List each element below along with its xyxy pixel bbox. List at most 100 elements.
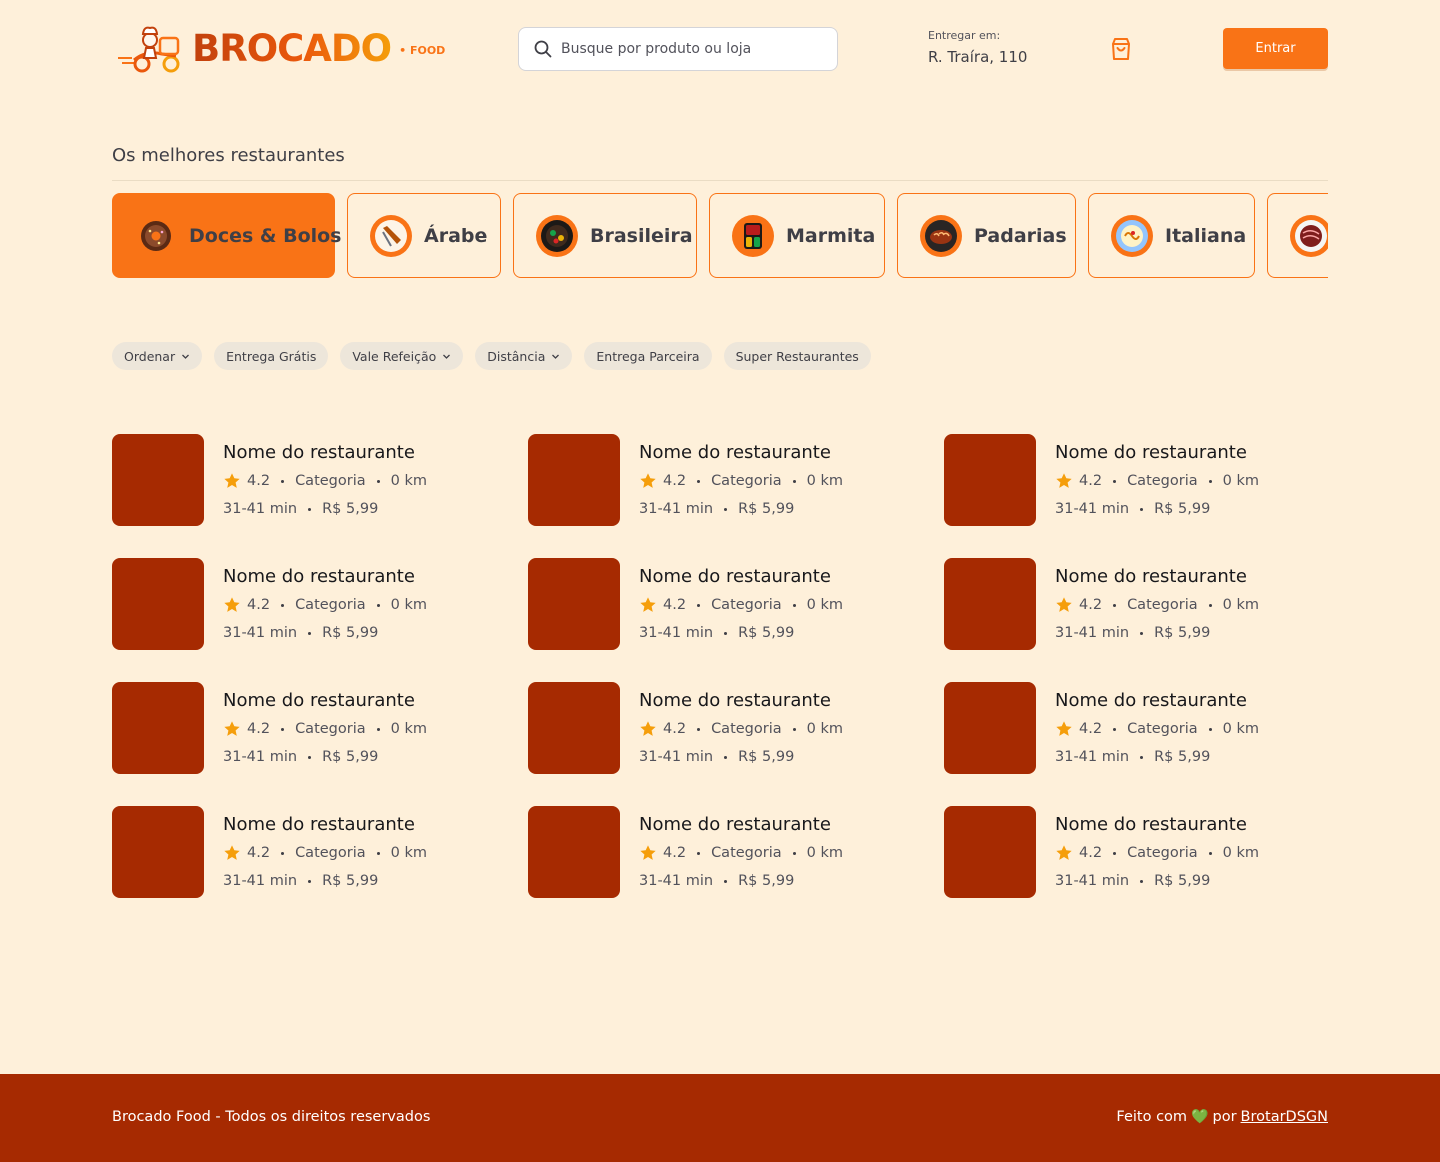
delivery-fee: R$ 5,99 [322, 501, 379, 517]
delivery-fee: R$ 5,99 [322, 873, 379, 889]
category-italiana[interactable]: Italiana [1088, 193, 1255, 278]
restaurant-card[interactable]: Nome do restaurante 4.2 Categoria 0 km 3… [528, 682, 944, 774]
restaurant-name: Nome do restaurante [639, 442, 831, 463]
restaurant-category: Categoria [295, 845, 366, 861]
delivery-fee: R$ 5,99 [1154, 501, 1211, 517]
filter-vale-refeicao[interactable]: Vale Refeição [340, 342, 464, 370]
restaurant-meta: 4.2 Categoria 0 km [639, 470, 843, 492]
search-input[interactable] [561, 41, 821, 57]
star-icon [640, 721, 656, 736]
category-marmita[interactable]: Marmita [709, 193, 885, 278]
restaurant-thumbnail [528, 806, 620, 898]
category-doces-bolos[interactable]: Doces & Bolos [112, 193, 342, 278]
restaurant-card[interactable]: Nome do restaurante 4.2 Categoria 0 km 3… [944, 558, 1328, 650]
restaurant-category: Categoria [711, 597, 782, 613]
restaurant-rating: 4.2 [663, 845, 687, 861]
restaurant-distance: 0 km [806, 721, 843, 737]
delivery-time: 31-41 min [223, 501, 298, 517]
restaurant-rating: 4.2 [247, 721, 271, 737]
restaurant-card[interactable]: Nome do restaurante 4.2 Categoria 0 km 3… [112, 682, 528, 774]
restaurant-rating: 4.2 [663, 721, 687, 737]
restaurant-rating: 4.2 [1079, 473, 1103, 489]
restaurant-delivery: 31-41 min R$ 5,99 [223, 746, 427, 768]
restaurant-card[interactable]: Nome do restaurante 4.2 Categoria 0 km 3… [528, 558, 944, 650]
restaurant-thumbnail [528, 434, 620, 526]
restaurant-card[interactable]: Nome do restaurante 4.2 Categoria 0 km 3… [112, 806, 528, 898]
restaurant-info: Nome do restaurante 4.2 Categoria 0 km 3… [1055, 434, 1259, 526]
delivery-fee: R$ 5,99 [738, 749, 795, 765]
section-title: Os melhores restaurantes [112, 145, 345, 166]
restaurant-card[interactable]: Nome do restaurante 4.2 Categoria 0 km 3… [944, 806, 1328, 898]
separator-dot [1113, 479, 1117, 483]
restaurant-card[interactable]: Nome do restaurante 4.2 Categoria 0 km 3… [944, 434, 1328, 526]
delivery-fee: R$ 5,99 [738, 625, 795, 641]
shopping-bag-icon[interactable] [1108, 36, 1134, 62]
donut-icon [135, 215, 177, 257]
restaurant-info: Nome do restaurante 4.2 Categoria 0 km 3… [1055, 806, 1259, 898]
search-box[interactable] [518, 27, 838, 71]
restaurant-rating: 4.2 [247, 845, 271, 861]
delivery-time: 31-41 min [639, 625, 714, 641]
delivery-fee: R$ 5,99 [322, 749, 379, 765]
restaurant-distance: 0 km [1222, 721, 1259, 737]
delivery-label: Entregar em: [928, 29, 1001, 42]
category-label: Marmita [786, 224, 876, 247]
separator-dot [724, 631, 728, 635]
restaurant-name: Nome do restaurante [1055, 442, 1247, 463]
separator-dot [376, 603, 380, 607]
category-carousel[interactable]: Doces & Bolos Árabe Brasileira Marmita P… [112, 193, 1328, 279]
restaurant-distance: 0 km [806, 473, 843, 489]
restaurant-delivery: 31-41 min R$ 5,99 [639, 870, 843, 892]
filter-super-restaurantes[interactable]: Super Restaurantes [723, 342, 871, 370]
brand-logo[interactable]: BROCADO • FOOD [116, 24, 445, 74]
footer-made-with: Feito com [1116, 1109, 1188, 1125]
login-button[interactable]: Entrar [1223, 28, 1328, 69]
restaurant-thumbnail [528, 682, 620, 774]
separator-dot [1208, 851, 1212, 855]
restaurant-card[interactable]: Nome do restaurante 4.2 Categoria 0 km 3… [112, 434, 528, 526]
filter-distancia[interactable]: Distância [475, 342, 573, 370]
separator-dot [281, 603, 285, 607]
restaurant-card[interactable]: Nome do restaurante 4.2 Categoria 0 km 3… [112, 558, 528, 650]
restaurant-name: Nome do restaurante [1055, 814, 1247, 835]
delivery-fee: R$ 5,99 [738, 873, 795, 889]
restaurant-category: Categoria [1127, 597, 1198, 613]
delivery-fee: R$ 5,99 [1154, 625, 1211, 641]
restaurant-distance: 0 km [390, 721, 427, 737]
star-icon [224, 473, 240, 488]
restaurant-card[interactable]: Nome do restaurante 4.2 Categoria 0 km 3… [944, 682, 1328, 774]
restaurant-rating: 4.2 [247, 473, 271, 489]
filter-label: Entrega Grátis [226, 348, 317, 364]
category-churrasco[interactable] [1267, 193, 1328, 278]
filter-label: Entrega Parceira [596, 348, 700, 364]
author-link[interactable]: BrotarDSGN [1241, 1109, 1328, 1125]
restaurant-category: Categoria [295, 473, 366, 489]
chevron-down-icon [182, 354, 190, 359]
delivery-time: 31-41 min [223, 625, 298, 641]
restaurant-card[interactable]: Nome do restaurante 4.2 Categoria 0 km 3… [528, 806, 944, 898]
restaurant-meta: 4.2 Categoria 0 km [223, 594, 427, 616]
restaurant-category: Categoria [711, 845, 782, 861]
delivery-address-value[interactable]: R. Traíra, 110 [928, 48, 1027, 66]
filter-entrega-parceira[interactable]: Entrega Parceira [584, 342, 712, 370]
category-brasileira[interactable]: Brasileira [513, 193, 697, 278]
restaurant-delivery: 31-41 min R$ 5,99 [1055, 870, 1259, 892]
delivery-address[interactable]: Entregar em: R. Traíra, 110 [928, 29, 1027, 66]
restaurant-delivery: 31-41 min R$ 5,99 [1055, 746, 1259, 768]
separator-dot [697, 727, 701, 731]
category-padarias[interactable]: Padarias [897, 193, 1076, 278]
restaurant-category: Categoria [295, 721, 366, 737]
category-arabe[interactable]: Árabe [347, 193, 501, 278]
delivery-chef-mascot-icon [118, 26, 180, 73]
restaurant-distance: 0 km [806, 597, 843, 613]
separator-dot [724, 879, 728, 883]
restaurant-card[interactable]: Nome do restaurante 4.2 Categoria 0 km 3… [528, 434, 944, 526]
restaurant-rating: 4.2 [1079, 845, 1103, 861]
footer-credits: Feito com 💚 por BrotarDSGN [1116, 1109, 1328, 1125]
divider [112, 180, 1328, 181]
separator-dot [792, 727, 796, 731]
restaurant-info: Nome do restaurante 4.2 Categoria 0 km 3… [223, 434, 427, 526]
filter-ordenar[interactable]: Ordenar [112, 342, 203, 370]
filter-entrega-gratis[interactable]: Entrega Grátis [214, 342, 329, 370]
restaurant-name: Nome do restaurante [639, 566, 831, 587]
